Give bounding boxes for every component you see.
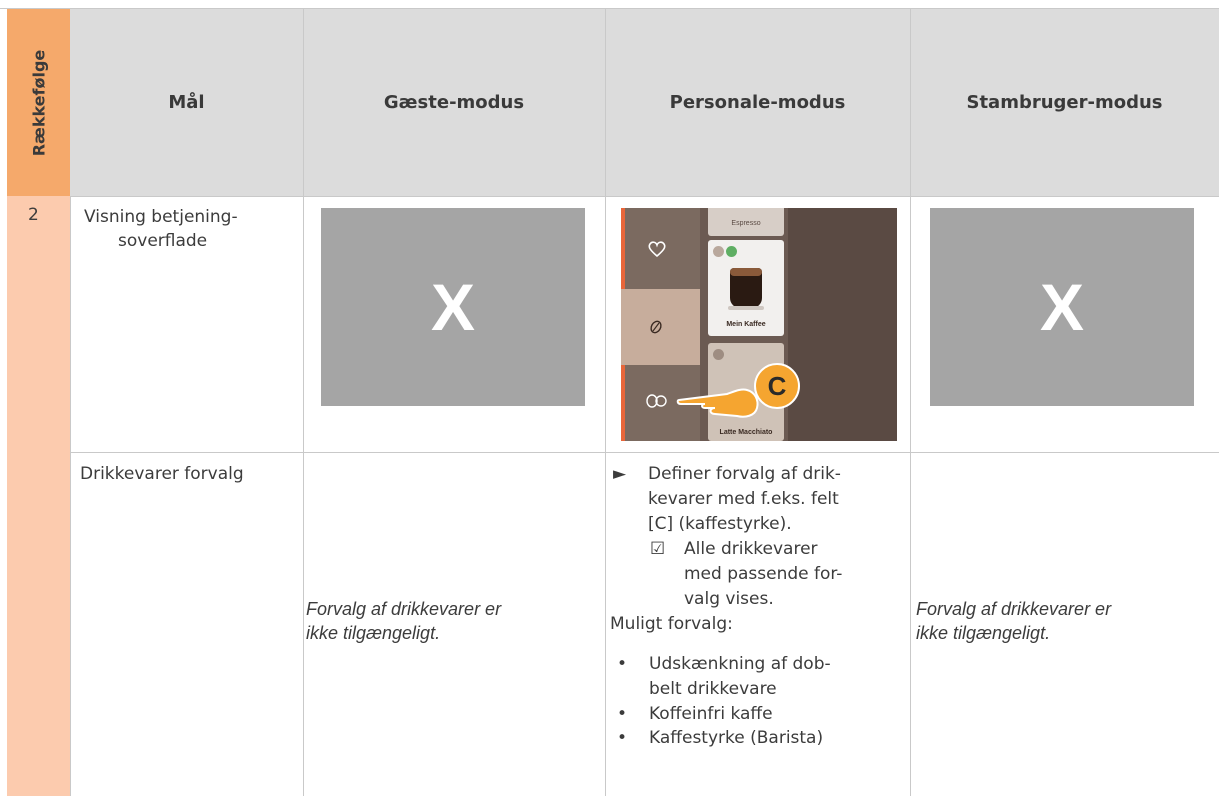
coffee-cup-icon [726,262,766,312]
drink-tile-label: Latte Macchiato [719,429,773,436]
staff-mode-column-header: Personale-modus [669,91,846,113]
screen-background [788,208,897,441]
heart-icon [648,241,666,258]
edit-badge-icon [713,246,724,257]
grid-line [70,196,1219,197]
grid-line [303,9,304,796]
option-item: belt drikkevare [649,679,777,699]
pointing-hand-icon [676,388,759,418]
drink-tile-label: Mein Kaffee [726,321,766,328]
sequence-column-body [7,196,70,796]
bullet: • [617,654,628,674]
guest-mode-column-header: Gæste-modus [383,91,525,113]
options-title: Muligt forvalg: [610,614,733,634]
option-item: Udskænkning af dob- [649,654,831,674]
drink-tile-label: Espresso [731,220,761,227]
cross-mark-icon: X [1039,270,1085,344]
regular-mode-placeholder: X [930,208,1194,406]
grid-line [70,196,71,796]
option-item: Kaffestyrke (Barista) [649,728,824,748]
step-line: kevarer med f.eks. felt [648,489,839,509]
regular-mode-column-header: Stambruger-modus [966,91,1163,113]
step-line: Definer forvalg af drik- [648,464,841,484]
display-goal-line2: soverflade [118,231,208,251]
guest-preselect-note: Forvalg af drikkevarer er ikke tilgængel… [306,597,600,645]
cross-mark-icon: X [430,270,476,344]
guest-mode-placeholder: X [321,208,585,406]
drink-tile-espresso: Espresso [708,208,784,236]
favorite-badge-icon [726,246,737,257]
coffee-beans-icon [646,394,667,408]
preselect-goal: Drikkevarer forvalg [80,464,244,484]
bullet: • [617,704,628,724]
note-line: Forvalg af drikkevarer er [306,599,502,619]
result-line: med passende for- [684,564,843,584]
result-line: Alle drikkevarer [684,539,818,559]
step-marker: ► [613,464,627,484]
note-line: Forvalg af drikkevarer er [916,599,1112,619]
display-goal-line1: Visning betjening- [84,207,238,227]
sequence-header-label: Rækkefølge [29,49,48,156]
coffee-bean-icon [650,320,662,334]
staff-preselect-instructions: ► Definer forvalg af drik- kevarer med f… [605,452,910,796]
note-line: ikke tilgængeligt. [306,623,441,643]
field-c-marker: C [754,363,800,409]
row-number: 2 [28,205,39,225]
grid-line [910,9,911,796]
goal-column-header: Mål [168,91,205,113]
step-line: [C] (kaffestyrke). [648,514,792,534]
field-c-label: C [767,370,787,401]
staff-mode-screen: Espresso Mein Kaffee Latte Macchiato C [621,208,897,441]
note-line: ikke tilgængeligt. [916,623,1051,643]
option-item: Koffeinfri kaffe [649,704,773,724]
edit-badge-icon [713,349,724,360]
bullet: • [617,728,628,748]
drink-tile-mein-kaffee: Mein Kaffee [708,240,784,336]
sequence-column-header: Rækkefølge [7,9,70,196]
result-checkbox-icon: ☑ [650,539,666,559]
result-line: valg vises. [684,589,774,609]
regular-preselect-note: Forvalg af drikkevarer er ikke tilgængel… [916,597,1210,645]
